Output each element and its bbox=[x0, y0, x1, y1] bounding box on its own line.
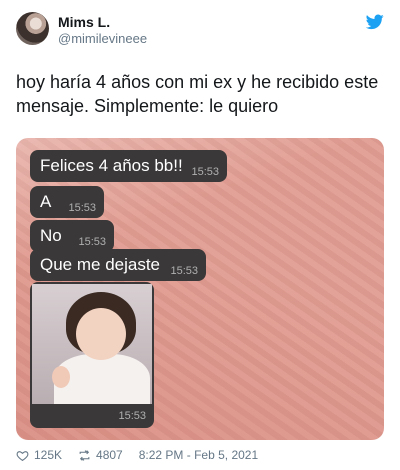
twitter-bird-icon[interactable] bbox=[366, 14, 384, 30]
message-text: No bbox=[40, 226, 62, 245]
tweet-footer: 125K 4807 8:22 PM - Feb 5, 2021 bbox=[16, 446, 258, 464]
like-count: 125K bbox=[34, 448, 63, 462]
message-time: 15:53 bbox=[118, 410, 146, 422]
tweet-text: hoy haría 4 años con mi ex y he recibido… bbox=[16, 72, 379, 116]
heart-icon[interactable] bbox=[16, 449, 29, 462]
message-time: 15:53 bbox=[78, 236, 106, 248]
author-handle[interactable]: @mimilevineee bbox=[58, 31, 147, 46]
chat-message: Que me dejaste 15:53 bbox=[30, 249, 206, 281]
author-name[interactable]: Mims L. bbox=[58, 14, 110, 30]
tweet-header: Mims L. @mimilevineee bbox=[16, 12, 384, 52]
baby-photo bbox=[32, 284, 152, 404]
message-text: Que me dejaste bbox=[40, 255, 161, 274]
chat-message: A 15:53 bbox=[30, 186, 104, 218]
chat-photo-message: 15:53 bbox=[30, 282, 154, 428]
message-time: 15:53 bbox=[68, 202, 96, 214]
message-text: Felices 4 años bb!! bbox=[40, 156, 183, 175]
retweet-icon[interactable] bbox=[78, 449, 91, 462]
retweet-count: 4807 bbox=[96, 448, 123, 462]
avatar[interactable] bbox=[16, 12, 49, 45]
tweet-media[interactable]: Felices 4 años bb!! 15:53 A 15:53 No 15:… bbox=[16, 138, 384, 440]
chat-message: Felices 4 años bb!! 15:53 bbox=[30, 150, 227, 182]
chat-message: No 15:53 bbox=[30, 220, 114, 252]
tweet-timestamp[interactable]: 8:22 PM - Feb 5, 2021 bbox=[139, 448, 258, 462]
message-text: A bbox=[40, 192, 52, 211]
message-time: 15:53 bbox=[170, 265, 198, 277]
message-time: 15:53 bbox=[191, 166, 219, 178]
